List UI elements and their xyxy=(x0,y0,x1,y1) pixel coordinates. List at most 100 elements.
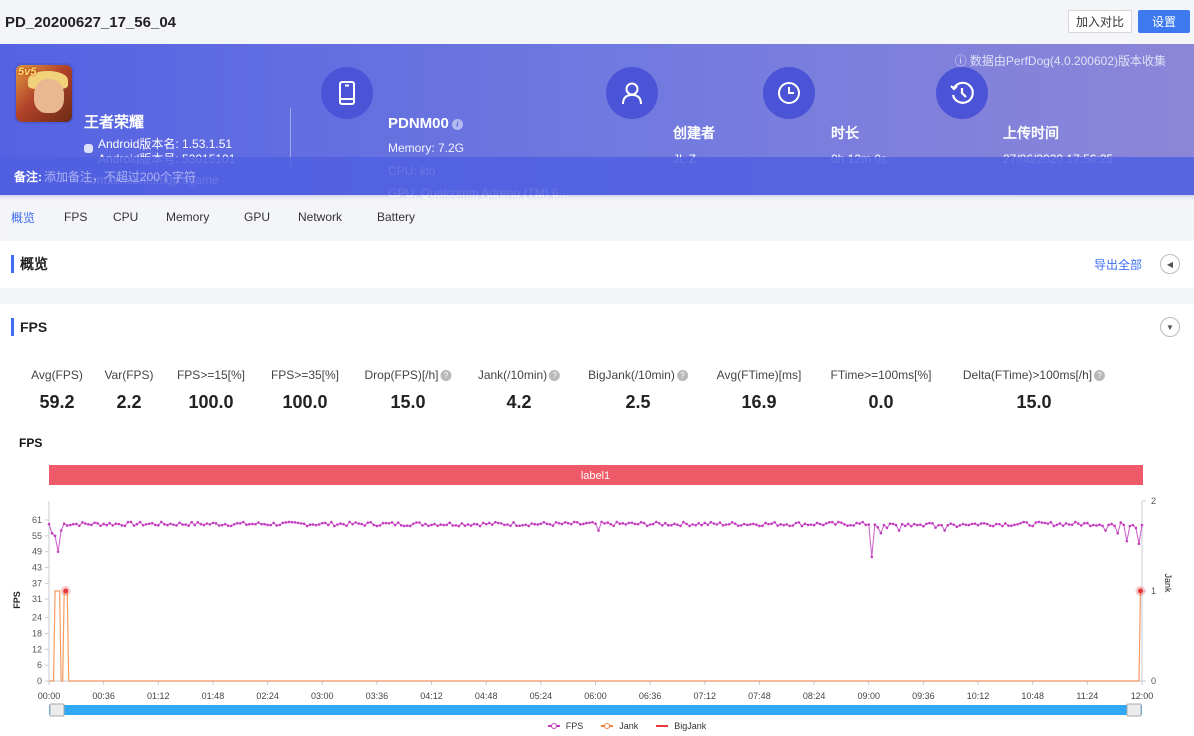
range-slider-track[interactable] xyxy=(49,705,1142,715)
fps-point xyxy=(642,521,646,525)
remark-field[interactable]: 备注: 添加备注，不超过200个字符 xyxy=(0,157,1194,195)
fps-point xyxy=(861,520,864,524)
fps-point xyxy=(542,520,546,524)
fps-point xyxy=(931,522,934,525)
metric-label: Avg(FTime)[ms] xyxy=(716,368,802,382)
fps-point xyxy=(381,521,385,525)
fps-point xyxy=(184,523,187,526)
fps-point xyxy=(323,521,327,525)
fps-point xyxy=(630,521,634,525)
fps-point xyxy=(794,521,798,525)
fps-point xyxy=(912,522,916,526)
help-icon[interactable]: ? xyxy=(440,370,452,382)
fps-point xyxy=(260,522,263,526)
fps-point xyxy=(135,522,139,526)
fps-point xyxy=(706,523,710,527)
fps-point xyxy=(1022,520,1025,524)
help-icon[interactable]: ? xyxy=(676,370,688,382)
add-to-compare-button[interactable]: 加入对比 xyxy=(1067,10,1132,33)
fps-point xyxy=(1067,523,1071,526)
fps-point xyxy=(1089,524,1092,528)
help-icon[interactable]: ? xyxy=(1094,370,1106,382)
fps-point xyxy=(1092,523,1095,527)
fps-point xyxy=(903,524,907,528)
fps-point xyxy=(682,520,685,524)
legend-bigjank[interactable]: BigJank xyxy=(656,721,706,731)
help-icon[interactable]: ? xyxy=(549,370,561,382)
metric-label: FPS>=35[%] xyxy=(270,368,340,382)
fps-point xyxy=(657,521,661,525)
x-tick-label: 03:00 xyxy=(311,691,334,701)
fps-point xyxy=(1137,542,1141,546)
remark-input[interactable]: 添加备注，不超过200个字符 xyxy=(44,168,196,185)
metric-item: FTime>=100ms[%] 0.0 xyxy=(831,368,932,413)
fps-point xyxy=(1013,523,1016,527)
device-info-icon[interactable]: i xyxy=(451,118,463,130)
tab-network[interactable]: Network xyxy=(298,210,377,224)
range-handle-right[interactable] xyxy=(1126,703,1142,717)
fps-point xyxy=(818,522,822,526)
collapse-down-icon[interactable]: ▼ xyxy=(1160,317,1180,337)
fps-point xyxy=(876,526,880,529)
y2-axis-label: Jank xyxy=(1163,573,1173,593)
fps-point xyxy=(266,523,269,527)
y-tick-label: 24 xyxy=(32,613,42,623)
metric-item: Avg(FTime)[ms] 16.9 xyxy=(717,368,802,413)
fps-point xyxy=(439,523,442,526)
fps-point xyxy=(752,522,755,526)
fps-point xyxy=(530,522,534,525)
fps-point xyxy=(882,523,886,527)
fps-point xyxy=(56,550,60,553)
fps-point xyxy=(1104,529,1107,532)
metric-label: Var(FPS) xyxy=(104,368,154,382)
legend-jank[interactable]: Jank xyxy=(601,721,638,731)
fps-point xyxy=(1086,521,1089,525)
fps-point xyxy=(466,523,470,526)
fps-point xyxy=(308,523,312,527)
fps-point xyxy=(223,522,227,526)
fps-point xyxy=(679,524,682,528)
fps-point xyxy=(536,523,540,526)
android-icon xyxy=(84,144,93,153)
fps-point xyxy=(606,521,609,524)
tab-battery[interactable]: Battery xyxy=(377,210,415,224)
fps-line xyxy=(48,521,1143,557)
fps-point xyxy=(105,523,108,527)
fps-point xyxy=(96,521,99,525)
export-all-link[interactable]: 导出全部 xyxy=(1094,256,1142,273)
fps-point xyxy=(909,524,913,528)
fps-point xyxy=(357,522,360,525)
fps-point xyxy=(129,520,133,524)
metric-value: 4.2 xyxy=(506,392,532,412)
tab-cpu[interactable]: CPU xyxy=(113,210,166,224)
settings-button[interactable]: 设置 xyxy=(1137,10,1190,33)
fps-point xyxy=(1098,523,1101,526)
tab-fps[interactable]: FPS xyxy=(64,210,113,224)
fps-point xyxy=(53,534,57,538)
collapse-left-icon[interactable]: ◀ xyxy=(1160,254,1180,274)
fps-point xyxy=(50,531,54,535)
fps-point xyxy=(1028,524,1031,527)
fps-chart: label106121824313743495561012FPSJank00:0… xyxy=(12,465,1173,717)
range-handle-left[interactable] xyxy=(49,703,65,717)
fps-point xyxy=(396,521,400,524)
fps-point xyxy=(1076,522,1080,525)
fps-point xyxy=(858,522,861,525)
fps-point xyxy=(815,521,819,525)
duration-label: 时长 xyxy=(831,125,859,141)
fps-point xyxy=(181,523,184,526)
tab-overview[interactable]: 概览 xyxy=(11,209,64,226)
page-title: PD_20200627_17_56_04 xyxy=(5,13,176,31)
fps-point xyxy=(736,524,740,528)
tab-memory[interactable]: Memory xyxy=(166,210,244,224)
fps-point xyxy=(208,523,212,526)
fps-title: FPS xyxy=(20,319,48,335)
y-axis-label: FPS xyxy=(12,591,22,609)
tab-gpu[interactable]: GPU xyxy=(244,210,298,224)
fps-point xyxy=(509,524,512,528)
fps-point xyxy=(150,521,154,525)
legend-fps[interactable]: FPS xyxy=(547,721,583,731)
fps-point xyxy=(645,524,649,528)
fps-point xyxy=(117,522,121,526)
fps-point xyxy=(673,522,676,526)
